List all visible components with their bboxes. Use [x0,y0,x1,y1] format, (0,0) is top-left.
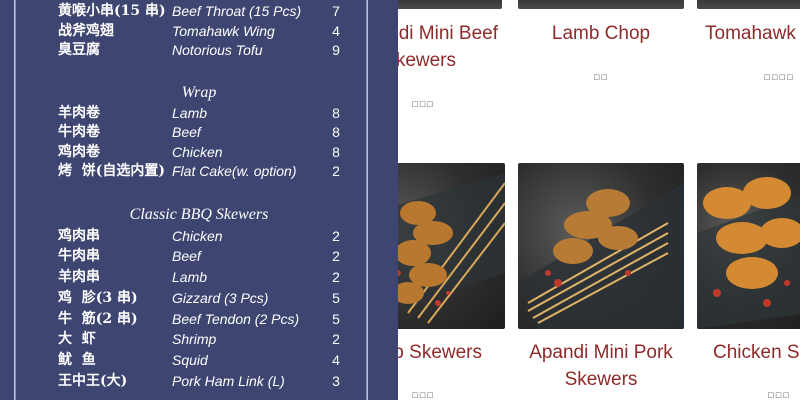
menu-item-chinese-name: 战斧鸡翅 [58,23,114,39]
menu-item-chinese-name: 王中王(大) [58,373,128,389]
menu-item: 牛肉卷 Beef 8 [0,122,398,142]
skewer-illustration [398,173,505,324]
product-name-mini-beef-skewers-line2[interactable]: kewers [398,47,456,74]
menu-item-english-name: Lamb [172,105,208,121]
menu-item-chinese-name: 鸡 胗(3 串) [58,290,138,306]
menu-item-price: 2 [332,163,340,179]
menu-item-chinese-name: 牛肉串 [58,248,100,264]
product-image-mini-pork-skewers[interactable] [518,163,684,329]
menu-item-price: 2 [332,331,340,347]
product-price: □□□□ [763,73,795,81]
product-price: □□□ [411,100,435,108]
product-name-tomahawk[interactable]: Tomahawk [698,20,800,47]
menu-item: 烤 饼(自选内置) Flat Cake(w. option) 2 [0,161,398,181]
menu-item-price: 5 [332,290,340,306]
menu-item-price: 2 [332,248,340,264]
menu-item-english-name: Beef Tendon (2 Pcs) [172,311,300,327]
product-image-chicken-skewers[interactable] [697,163,800,329]
product-price: □□ [593,73,609,81]
menu-item: 王中王(大) Pork Ham Link (L) 3 [0,371,398,391]
product-grid: di Mini Beef kewers Lamb Chop Tomahawk □… [398,0,800,400]
menu-item-price: 8 [332,124,340,140]
product-image-mini-beef-skewers[interactable] [398,0,502,9]
menu-item: 鸡 胗(3 串) Gizzard (3 Pcs) 5 [0,288,398,308]
menu-item-price: 9 [332,42,340,58]
menu-item-english-name: Beef [172,124,201,140]
section-title-wrap: Wrap [181,84,217,101]
menu-item-chinese-name: 鸡肉串 [58,228,100,244]
menu-item-chinese-name: 黄喉小串(15 串) [58,3,166,19]
menu-item-english-name: Notorious Tofu [172,42,263,58]
menu-item: 羊肉串 Lamb 2 [0,267,398,287]
menu-item: 羊肉卷 Lamb 8 [0,103,398,123]
menu-item-english-name: Chicken [172,144,223,160]
menu-item-chinese-name: 鸡肉卷 [58,144,100,160]
product-name-chicken-skewers[interactable]: Chicken Sk [698,339,800,366]
menu-item-chinese-name: 烤 饼(自选内置) [58,163,165,179]
menu-item-english-name: Gizzard (3 Pcs) [172,290,269,306]
menu-item-chinese-name: 牛 筋(2 串) [58,311,138,327]
menu-item-chinese-name: 大 虾 [58,331,96,347]
menu-item-price: 5 [332,311,340,327]
product-image-lamb-chop[interactable] [518,0,684,9]
menu-item-english-name: Shrimp [172,331,217,347]
menu-item: 鸡肉串 Chicken 2 [0,226,398,246]
product-image-lamb-skewers[interactable] [398,163,505,329]
menu-item-english-name: Lamb [172,269,208,285]
menu-item-price: 8 [332,105,340,121]
menu-item: 黄喉小串(15 串) Beef Throat (15 Pcs) 7 [0,1,398,21]
menu-item: 臭豆腐 Notorious Tofu 9 [0,40,398,60]
menu-item-price: 8 [332,144,340,160]
menu-item-english-name: Tomahawk Wing [172,23,275,39]
product-name-mini-pork-skewers[interactable]: Apandi Mini Pork [516,339,686,366]
menu-item: 战斧鸡翅 Tomahawk Wing 4 [0,21,398,41]
menu-item-english-name: Chicken [172,228,223,244]
menu-item-chinese-name: 鱿 鱼 [58,352,96,368]
menu-item-english-name: Flat Cake(w. option) [172,163,297,179]
menu-item-english-name: Beef Throat (15 Pcs) [172,3,302,19]
menu-item: 鸡肉卷 Chicken 8 [0,142,398,162]
skewer-illustration [697,177,800,329]
menu-item-price: 7 [332,3,340,19]
menu-item: 大 虾 Shrimp 2 [0,329,398,349]
skewer-illustration [518,183,684,329]
menu-item: 牛 筋(2 串) Beef Tendon (2 Pcs) 5 [0,309,398,329]
product-name-lamb-skewers[interactable]: b Skewers [398,339,482,366]
menu-item-price: 4 [332,23,340,39]
menu-item-price: 2 [332,228,340,244]
menu-item-english-name: Beef [172,248,201,264]
menu-item-english-name: Pork Ham Link (L) [172,373,285,389]
menu-item-chinese-name: 羊肉卷 [58,105,100,121]
menu-item-price: 2 [332,269,340,285]
menu-item: 牛肉串 Beef 2 [0,246,398,266]
menu-item-price: 4 [332,352,340,368]
product-name-mini-pork-skewers-line2[interactable]: Skewers [516,366,686,393]
menu-item-chinese-name: 牛肉卷 [58,124,100,140]
menu-panel: 黄喉小串(15 串) Beef Throat (15 Pcs) 7 战斧鸡翅 T… [0,0,398,400]
product-name-lamb-chop[interactable]: Lamb Chop [516,20,686,47]
menu-item-english-name: Squid [172,352,208,368]
menu-item-chinese-name: 臭豆腐 [58,42,100,58]
product-price: □□□ [767,391,791,399]
product-price: □□□ [411,391,435,399]
section-title-classic-bbq-skewers: Classic BBQ Skewers [129,206,269,223]
product-name-mini-beef-skewers[interactable]: di Mini Beef [398,20,498,47]
menu-item-price: 3 [332,373,340,389]
menu-item-chinese-name: 羊肉串 [58,269,100,285]
product-image-tomahawk[interactable] [697,0,800,9]
menu-item: 鱿 鱼 Squid 4 [0,350,398,370]
